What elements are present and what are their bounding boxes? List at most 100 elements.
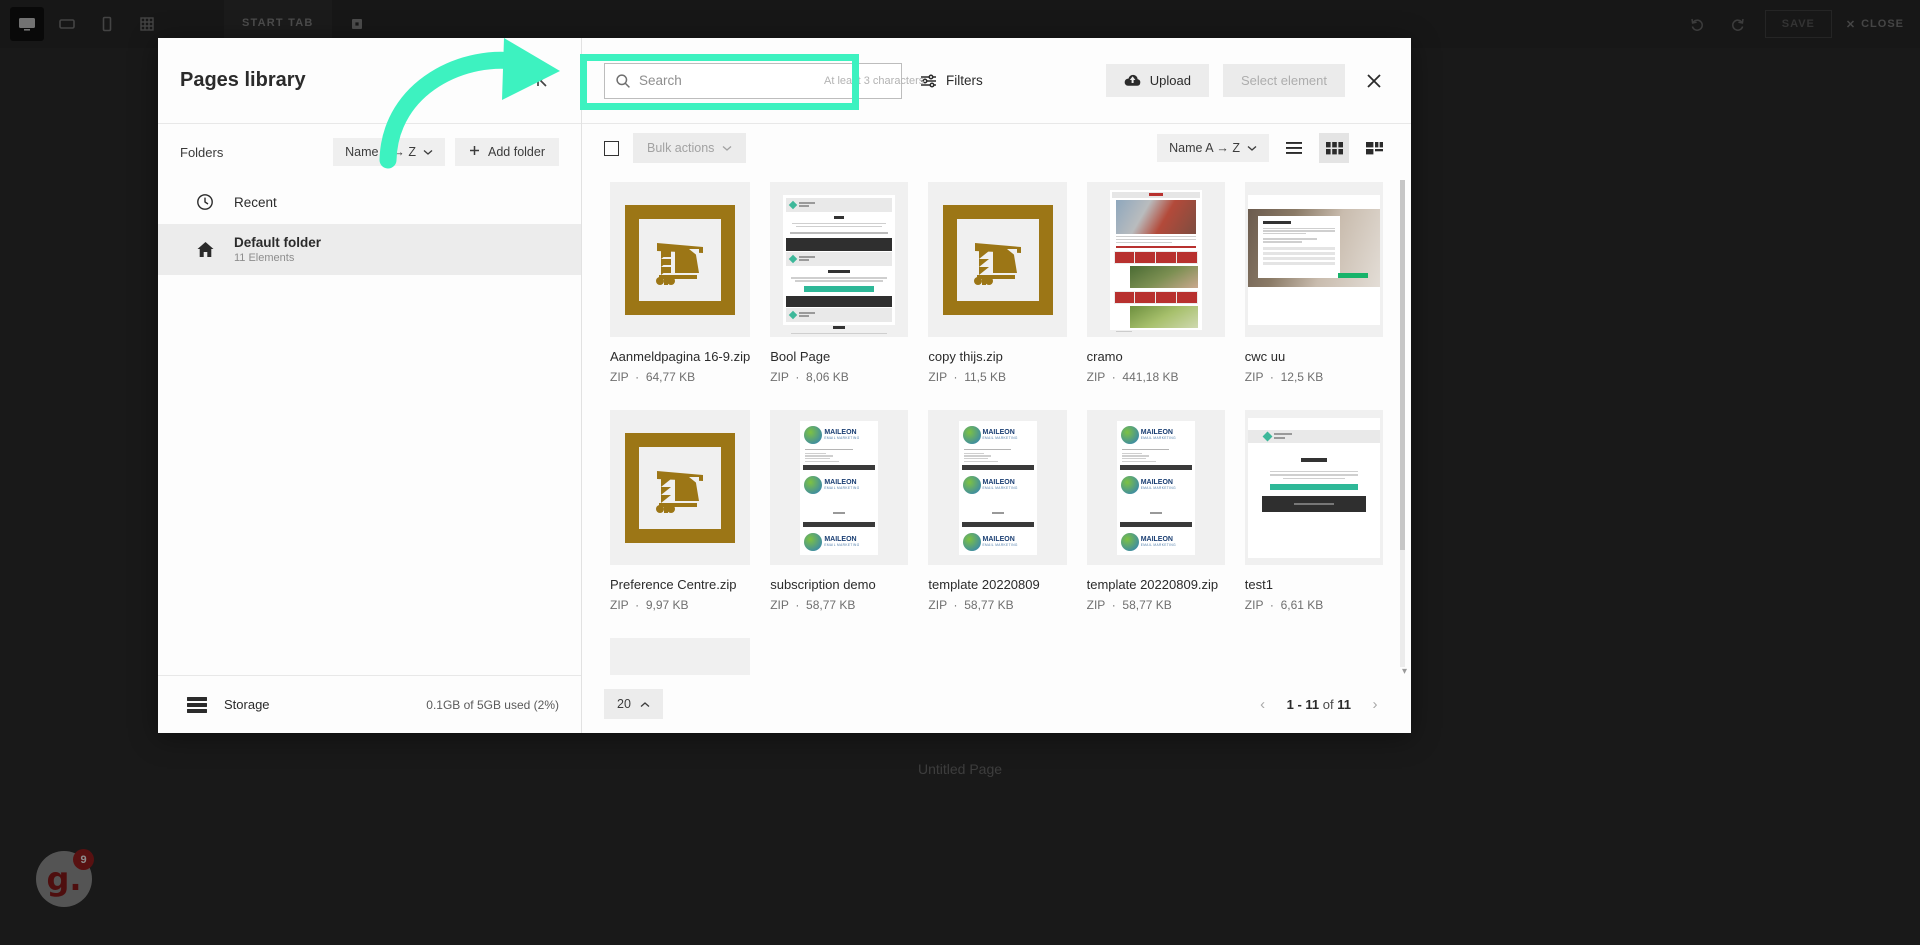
dot-separator: ·: [1108, 370, 1120, 384]
dot-separator: ·: [1266, 598, 1278, 612]
dot-separator: ·: [792, 370, 803, 384]
file-size: 58,77 KB: [806, 598, 856, 612]
upload-label: Upload: [1149, 73, 1191, 88]
file-type: ZIP: [610, 598, 629, 612]
library-header: At least 3 characters Filters Upload: [582, 38, 1411, 124]
file-size: 64,77 KB: [645, 370, 696, 384]
per-page-value: 20: [617, 697, 631, 711]
next-page-button[interactable]: ›: [1367, 696, 1383, 713]
pagination-bar: 20 ‹ 1 - 11 of 11 ›: [582, 675, 1411, 733]
folder-list: Recent Default folder 11 Elements: [158, 176, 581, 675]
file-card[interactable]: MAILEON EMAIL MARKETING MAILEON EMAIL MARK…: [922, 400, 1072, 628]
select-all-checkbox[interactable]: [604, 140, 619, 156]
file-size: 58,77 KB: [964, 598, 1014, 612]
storage-bar: Storage 0.1GB of 5GB used (2%): [158, 675, 581, 733]
file-size: 441,18 KB: [1122, 370, 1179, 384]
file-type: ZIP: [928, 370, 947, 384]
file-size: 12,5 KB: [1280, 370, 1324, 384]
file-type: ZIP: [1086, 370, 1106, 384]
add-folder-button[interactable]: Add folder: [455, 138, 559, 166]
sidebar-header: Pages library: [158, 38, 581, 124]
select-element-button[interactable]: Select element: [1223, 64, 1345, 97]
file-thumbnail: [610, 410, 751, 565]
file-meta: ZIP · 58,77 KB: [770, 598, 908, 612]
file-name: template 20220809: [928, 577, 1040, 592]
bulk-actions-button[interactable]: Bulk actions: [633, 133, 747, 163]
prev-page-button[interactable]: ‹: [1255, 696, 1271, 713]
file-type: ZIP: [1086, 598, 1106, 612]
file-meta: ZIP · 58,77 KB: [1087, 598, 1225, 612]
scroll-down-caret-icon[interactable]: ▾: [1402, 666, 1407, 675]
pagination-of-label: of: [1322, 696, 1334, 712]
pagination-total: 11: [1337, 696, 1351, 712]
sidebar-item-label: Default folder: [234, 235, 322, 250]
files-scrollbar-thumb[interactable]: [1400, 180, 1405, 550]
storage-value: 0.1GB of 5GB used (2%): [426, 697, 559, 712]
sidebar-item-default-folder[interactable]: Default folder 11 Elements: [158, 224, 581, 275]
close-icon[interactable]: [1359, 66, 1389, 96]
file-thumbnail: [1244, 410, 1383, 565]
sidebar-item-recent[interactable]: Recent: [158, 180, 581, 224]
chevron-down-icon: [722, 141, 732, 155]
file-thumbnail: [1086, 182, 1225, 337]
file-thumbnail: MAILEON EMAIL MARKETING MAILEON EMAIL MARK…: [770, 410, 909, 565]
zip-placeholder-icon: [625, 432, 736, 543]
file-card[interactable]: cwc uu ZIP · 12,5 KB: [1239, 172, 1389, 400]
folder-sort-label: Name A → Z: [345, 145, 417, 159]
sidebar-item-count: 11 Elements: [234, 252, 295, 264]
file-type: ZIP: [1244, 598, 1264, 612]
file-name: copy thijs.zip: [928, 349, 1003, 364]
collapse-panel-icon[interactable]: [527, 65, 559, 97]
file-card[interactable]: Preference Centre.zip ZIP · 9,97 KB: [604, 400, 756, 628]
file-type: ZIP: [770, 598, 789, 612]
file-name: cramo: [1086, 349, 1123, 364]
per-page-selector[interactable]: 20: [604, 689, 663, 719]
file-card[interactable]: Aanmeldpagina 16-9.zip ZIP · 64,77 KB: [604, 172, 756, 400]
file-card[interactable]: test1 ZIP · 6,61 KB: [1239, 400, 1389, 628]
file-card[interactable]: copy thijs.zip ZIP · 11,5 KB: [922, 172, 1072, 400]
file-thumbnail: [1244, 182, 1383, 337]
file-thumbnail: MAILEON EMAIL MARKETING MAILEON EMAIL MARK…: [1086, 410, 1225, 565]
mosaic-view-icon[interactable]: [1359, 133, 1389, 163]
file-meta: ZIP · 58,77 KB: [928, 598, 1066, 612]
filters-button[interactable]: Filters: [916, 67, 987, 94]
file-name: Preference Centre.zip: [610, 577, 737, 592]
folders-sidebar: Pages library Folders Name A → Z Add fol…: [158, 38, 582, 733]
pages-library-modal: Pages library Folders Name A → Z Add fol…: [158, 38, 1411, 733]
file-size: 9,97 KB: [645, 598, 689, 612]
home-icon: [194, 239, 216, 261]
library-toolbar: Bulk actions Name A → Z: [582, 124, 1411, 172]
list-view-icon[interactable]: [1279, 133, 1309, 163]
file-name: template 20220809.zip: [1086, 577, 1219, 592]
file-card[interactable]: MAILEON EMAIL MARKETING MAILEON EMAIL MARK…: [764, 400, 914, 628]
cloud-upload-icon: [1124, 74, 1141, 87]
files-scrollbar[interactable]: [1400, 180, 1405, 667]
search-input[interactable]: [639, 73, 816, 88]
sidebar-item-label: Recent: [234, 194, 277, 210]
file-type: ZIP: [928, 598, 947, 612]
files-scroll-area[interactable]: Aanmeldpagina 16-9.zip ZIP · 64,77 KB Bo…: [582, 172, 1411, 675]
file-size: 8,06 KB: [806, 370, 849, 384]
clock-icon: [194, 191, 216, 213]
search-box[interactable]: At least 3 characters: [604, 62, 924, 99]
file-card[interactable]: Bool Page ZIP · 8,06 KB: [764, 172, 914, 400]
folder-sort-button[interactable]: Name A → Z: [333, 138, 446, 166]
search-hint: At least 3 characters: [824, 74, 925, 87]
add-folder-label: Add folder: [488, 145, 545, 159]
file-sort-label: Name A → Z: [1169, 141, 1240, 155]
library-content: At least 3 characters Filters Upload: [582, 38, 1411, 733]
server-icon: [186, 694, 208, 716]
file-name: Bool Page: [770, 349, 831, 364]
file-card[interactable]: [604, 628, 756, 675]
dot-separator: ·: [950, 598, 961, 612]
upload-button[interactable]: Upload: [1105, 64, 1209, 97]
file-card[interactable]: cramo ZIP · 441,18 KB: [1081, 172, 1231, 400]
file-type: ZIP: [770, 370, 789, 384]
file-sort-button[interactable]: Name A → Z: [1157, 134, 1269, 162]
search-icon: [615, 73, 631, 89]
file-card[interactable]: MAILEON EMAIL MARKETING MAILEON EMAIL MARK…: [1081, 400, 1231, 628]
chevron-down-icon: [423, 145, 433, 159]
grid-view-icon[interactable]: [1319, 133, 1349, 163]
pagination-summary: 1 - 11 of 11: [1287, 697, 1351, 712]
file-size: 11,5 KB: [964, 370, 1007, 384]
